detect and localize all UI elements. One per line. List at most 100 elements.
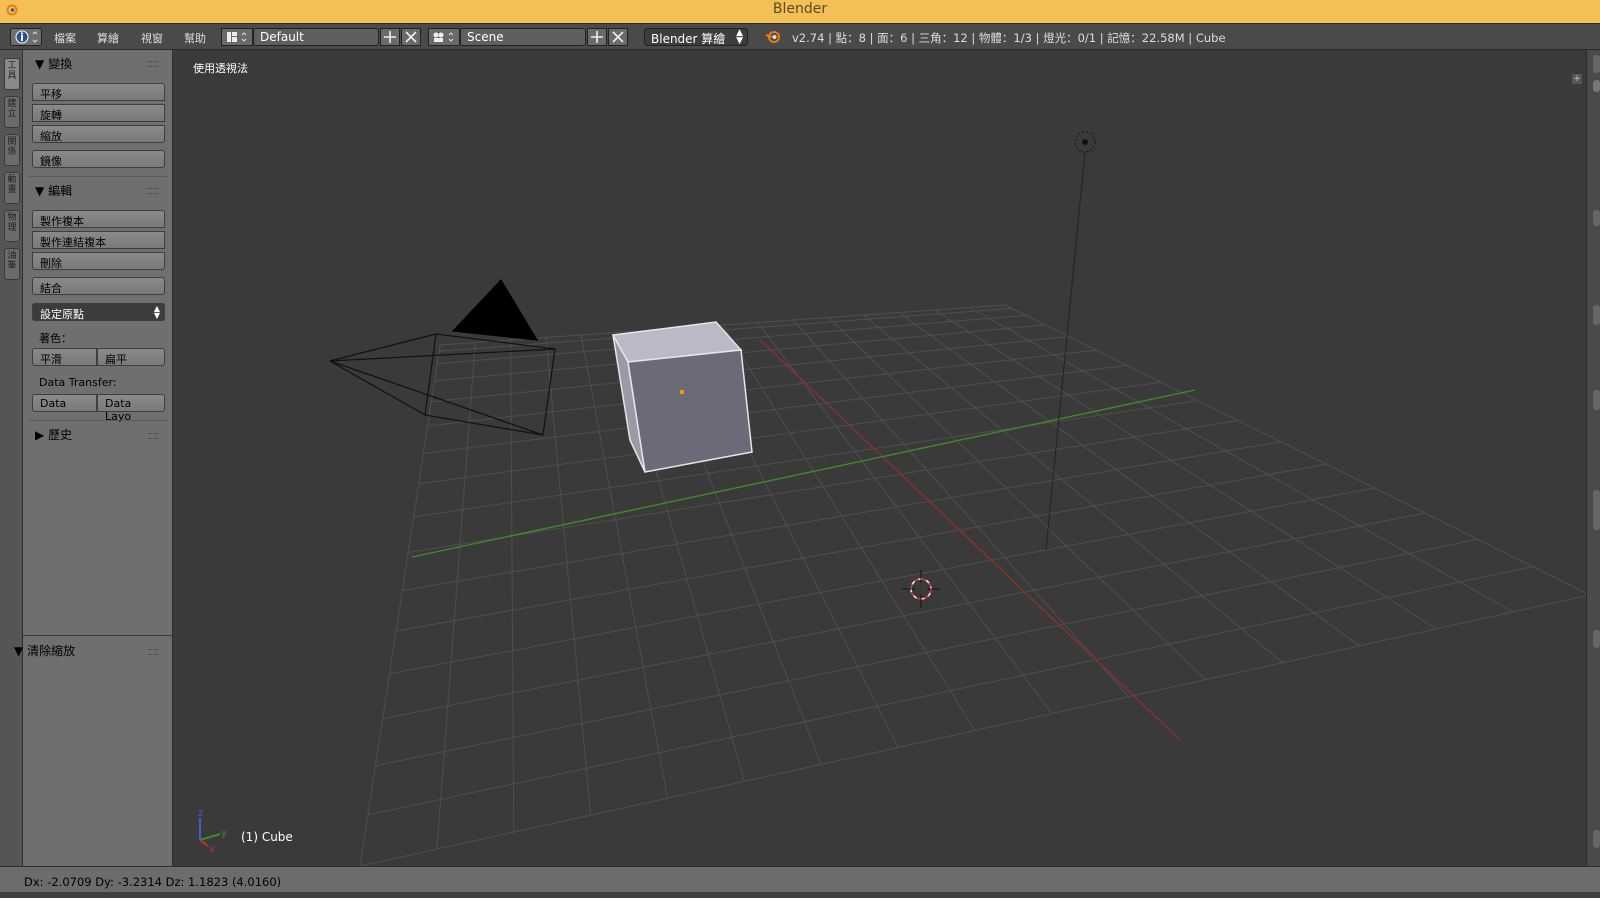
screen-layout-selector[interactable] (221, 28, 253, 46)
grid-line (375, 538, 1478, 767)
screen-layout-icon (227, 32, 247, 42)
grid-line (722, 324, 976, 731)
active-object-label: (1) Cube (241, 830, 293, 844)
close-icon (612, 31, 624, 43)
region-tab[interactable] (1593, 210, 1600, 226)
duplicate-button[interactable]: 製作複本 (32, 210, 165, 228)
grid-line (1004, 304, 1586, 594)
remove-layout-button[interactable] (401, 28, 421, 46)
triangle-right-icon: ▶ (35, 428, 45, 442)
transform-panel-header[interactable]: ▼ 變換 (35, 55, 72, 72)
grid-line (757, 322, 1053, 714)
camera-object[interactable] (329, 279, 556, 436)
region-tab[interactable] (1593, 490, 1600, 530)
grid-line (898, 312, 1360, 647)
operator-panel-header[interactable]: ▼ 清除縮放 (14, 642, 75, 659)
panel-divider (29, 176, 167, 177)
history-panel-header[interactable]: ▶ 歷史 (35, 426, 72, 443)
scene-icon (433, 32, 454, 42)
translate-button[interactable]: 平移 (32, 83, 165, 101)
menu-help[interactable]: 幫助 (184, 30, 206, 46)
add-icon (591, 31, 603, 43)
grid-line (510, 339, 515, 833)
panel-divider (29, 420, 167, 421)
region-tab[interactable] (1593, 830, 1600, 848)
operator-panel-title: 清除縮放 (27, 644, 76, 658)
tab-grease-pencil[interactable]: 油筆 (4, 248, 20, 280)
shade-flat-button[interactable]: 扁平 (97, 348, 165, 366)
close-icon (405, 31, 417, 43)
menu-file[interactable]: 檔案 (54, 30, 76, 46)
add-layout-button[interactable] (380, 28, 400, 46)
edit-panel-header[interactable]: ▼ 編輯 (35, 182, 72, 199)
rotate-button[interactable]: 旋轉 (32, 104, 165, 122)
triangle-down-icon: ▼ (35, 184, 45, 198)
chevron-updown-icon: ▲ ▼ (153, 304, 160, 320)
tab-tools[interactable]: 工具 (4, 58, 20, 90)
grid-line (367, 566, 1533, 816)
perspective-label: 使用透視法 (193, 62, 248, 75)
edit-panel-title: 編輯 (48, 184, 73, 198)
add-scene-button[interactable] (587, 28, 607, 46)
mirror-button[interactable]: 鏡像 (32, 150, 165, 168)
region-tab[interactable] (1593, 390, 1600, 410)
chevron-updown-icon: ▲ ▼ (736, 28, 743, 46)
tab-relations[interactable]: 關係 (4, 134, 20, 166)
viewport-scene[interactable]: z y x (173, 50, 1586, 866)
region-tab[interactable] (1593, 305, 1600, 325)
3d-viewport[interactable]: z y x 使用透視法 (1) Cube + (173, 50, 1586, 866)
shade-smooth-button[interactable]: 平滑 (32, 348, 97, 366)
floor-grid (359, 304, 1586, 866)
window-titlebar: Blender (0, 0, 1600, 23)
data-transfer-label: Data Transfer: (39, 376, 117, 389)
bottom-edge (0, 892, 1600, 898)
delete-button[interactable]: 刪除 (32, 252, 165, 270)
grid-line (545, 337, 592, 816)
transform-panel-title: 變換 (48, 57, 73, 71)
render-engine-select[interactable]: Blender 算繪 ▲ ▼ (644, 28, 748, 46)
region-tab[interactable] (1593, 80, 1600, 92)
panel-grip-icon[interactable] (148, 433, 158, 439)
region-divider (23, 635, 172, 636)
join-button[interactable]: 結合 (32, 277, 165, 295)
grid-line (395, 463, 1327, 632)
editor-type-button[interactable] (10, 28, 42, 46)
grid-line (402, 441, 1281, 592)
region-tab[interactable] (1593, 630, 1600, 648)
grid-line (828, 317, 1206, 681)
grid-line (863, 314, 1283, 664)
screen-layout-field[interactable]: Default (253, 28, 379, 46)
panel-grip-icon[interactable] (148, 61, 158, 67)
toolshelf-tabs: 工具 建立 關係 動畫 物理 油筆 (0, 50, 23, 898)
cube-object[interactable] (611, 321, 753, 473)
data-transfer-button[interactable]: Data (32, 394, 97, 412)
region-tab[interactable] (1593, 55, 1600, 73)
properties-toggle-icon[interactable]: + (1572, 74, 1582, 84)
set-origin-dropdown[interactable]: 設定原點 ▲ ▼ (32, 303, 165, 321)
grid-line (389, 487, 1375, 675)
scene-field[interactable]: Scene (460, 28, 586, 46)
tab-create[interactable]: 建立 (4, 96, 20, 128)
remove-scene-button[interactable] (608, 28, 628, 46)
tool-shelf: ▼ 變換 平移 旋轉 縮放 鏡像 ▼ 編輯 製作複本 製作連結複本 刪除 結合 … (14, 50, 173, 866)
window-title: Blender (772, 1, 828, 17)
render-engine-icon (765, 31, 780, 43)
grid-line (413, 400, 1199, 518)
grid-line (969, 307, 1514, 613)
tab-physics[interactable]: 物理 (4, 210, 20, 242)
render-engine-label: Blender 算繪 (651, 32, 726, 46)
transform-delta-readout: Dx: -2.0709 Dy: -3.2314 Dz: 1.1823 (4.01… (24, 875, 282, 889)
scene-selector[interactable] (428, 28, 460, 46)
axis-gizmo: z y x (198, 808, 227, 855)
panel-grip-icon[interactable] (148, 649, 158, 655)
x-axis-line (759, 339, 1181, 741)
data-layout-button[interactable]: Data Layo (97, 394, 165, 423)
menu-window[interactable]: 視窗 (141, 30, 163, 46)
duplicate-linked-button[interactable]: 製作連結複本 (32, 231, 165, 249)
tab-animation[interactable]: 動畫 (4, 172, 20, 204)
grid-line (408, 420, 1239, 554)
scale-button[interactable]: 縮放 (32, 125, 165, 143)
grid-line (382, 512, 1425, 720)
panel-grip-icon[interactable] (148, 188, 158, 194)
menu-render[interactable]: 算繪 (97, 30, 119, 46)
